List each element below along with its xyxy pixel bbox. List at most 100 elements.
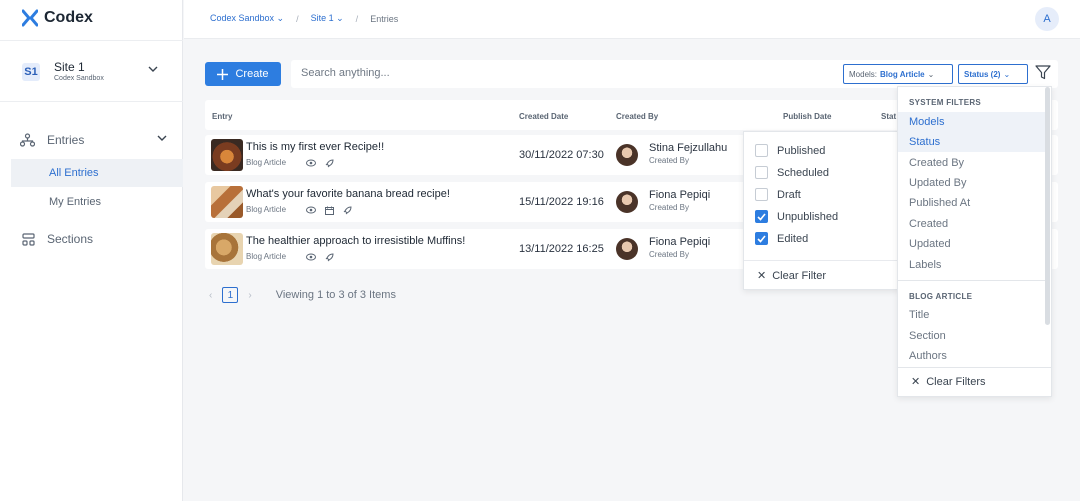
- codex-logo-icon: [22, 9, 38, 27]
- avatar: [616, 191, 638, 213]
- entry-title[interactable]: The healthier approach to irresistible M…: [246, 235, 465, 247]
- clear-filters-button[interactable]: ✕ Clear Filters: [911, 375, 986, 389]
- breadcrumb-site[interactable]: Site 1 ⌄: [311, 13, 344, 24]
- filter-item-created[interactable]: Created: [898, 214, 1046, 234]
- close-icon: ✕: [757, 270, 767, 282]
- entry-created-date: 30/11/2022 07:30: [519, 149, 604, 161]
- scrollbar[interactable]: [1045, 87, 1050, 325]
- entry-created-date: 15/11/2022 19:16: [519, 196, 604, 208]
- site-switcher[interactable]: S1 Site 1 Codex Sandbox: [0, 40, 183, 102]
- sidebar-item-all-entries[interactable]: All Entries: [11, 159, 183, 187]
- calendar-icon[interactable]: [325, 206, 334, 215]
- logo[interactable]: Codex: [22, 9, 93, 27]
- rocket-icon[interactable]: [325, 253, 334, 262]
- status-filter-label: Status (2): [964, 69, 1001, 79]
- models-filter-value: Blog Article: [880, 69, 925, 79]
- divider: [898, 367, 1051, 368]
- site-badge: S1: [22, 63, 40, 81]
- filter-item-authors[interactable]: Authors: [898, 346, 1046, 366]
- rocket-icon[interactable]: [325, 159, 334, 168]
- breadcrumb-org[interactable]: Codex Sandbox ⌄: [210, 13, 284, 24]
- column-header-entry[interactable]: Entry: [212, 112, 232, 121]
- create-button[interactable]: Create: [205, 62, 281, 86]
- entry-actions: [306, 253, 334, 262]
- column-header-status[interactable]: Stat: [881, 112, 896, 121]
- sidebar-item-sections[interactable]: Sections: [22, 232, 93, 246]
- filter-icon[interactable]: [1035, 65, 1051, 80]
- filter-item-published-at[interactable]: Published At: [898, 193, 1046, 213]
- clear-filter-label: Clear Filter: [772, 269, 827, 282]
- entry-title[interactable]: This is my first ever Recipe!!: [246, 141, 384, 153]
- status-filter-chip[interactable]: Status (2) ⌄: [958, 64, 1028, 84]
- sidebar-item-my-entries[interactable]: My Entries: [49, 196, 101, 208]
- models-filter-prefix: Models:: [849, 69, 878, 79]
- filter-item-labels[interactable]: Labels: [898, 255, 1046, 275]
- filter-item-status[interactable]: Status: [898, 132, 1046, 152]
- top-bar: Codex Sandbox ⌄ / Site 1 ⌄ / Entries A: [184, 0, 1080, 39]
- checkbox[interactable]: [755, 166, 768, 179]
- status-option-draft[interactable]: Draft: [755, 188, 801, 201]
- filter-item-title[interactable]: Title: [898, 305, 1046, 325]
- filters-panel: SYSTEM FILTERS Models Status Created By …: [897, 86, 1052, 397]
- clear-filters-label: Clear Filters: [926, 375, 986, 388]
- clear-filter-button[interactable]: ✕ Clear Filter: [757, 269, 827, 283]
- entry-author-role: Created By: [649, 203, 690, 212]
- pagination: ‹ 1 › Viewing 1 to 3 of 3 Items: [209, 287, 396, 303]
- column-header-created-by[interactable]: Created By: [616, 112, 658, 121]
- pagination-summary: Viewing 1 to 3 of 3 Items: [275, 289, 396, 301]
- chevron-down-icon: ⌄: [927, 69, 935, 79]
- chevron-down-icon[interactable]: [157, 134, 167, 142]
- sidebar-item-entries[interactable]: Entries: [20, 131, 170, 149]
- entry-model: Blog Article: [246, 158, 287, 167]
- status-option-scheduled[interactable]: Scheduled: [755, 166, 829, 179]
- filter-item-section[interactable]: Section: [898, 326, 1046, 346]
- sidebar-item-label: Entries: [47, 133, 85, 147]
- models-filter-chip[interactable]: Models: Blog Article ⌄: [843, 64, 953, 84]
- checkbox-checked[interactable]: [755, 210, 768, 223]
- checkbox[interactable]: [755, 188, 768, 201]
- search-input[interactable]: [301, 67, 821, 79]
- entry-author: Fiona Pepiqi: [649, 236, 711, 248]
- create-button-label: Create: [235, 68, 269, 80]
- column-header-publish-date[interactable]: Publish Date: [783, 112, 831, 121]
- checkmark-icon: [757, 234, 766, 243]
- app-name: Codex: [44, 9, 93, 26]
- blog-article-heading: BLOG ARTICLE: [909, 292, 973, 301]
- site-name: Site 1: [54, 60, 85, 74]
- entry-author-role: Created By: [649, 156, 690, 165]
- status-option-unpublished[interactable]: Unpublished: [755, 210, 838, 223]
- status-option-label: Draft: [777, 188, 801, 201]
- entry-thumbnail: [211, 139, 243, 171]
- chevron-down-icon: [148, 66, 158, 72]
- filter-item-updated[interactable]: Updated: [898, 234, 1046, 254]
- avatar: [616, 144, 638, 166]
- close-icon: ✕: [911, 376, 921, 388]
- checkbox[interactable]: [755, 144, 768, 157]
- eye-icon[interactable]: [306, 206, 316, 214]
- prev-page-button[interactable]: ‹: [209, 290, 212, 301]
- entry-actions: [306, 159, 334, 168]
- filter-item-models[interactable]: Models: [898, 112, 1046, 132]
- eye-icon[interactable]: [306, 253, 316, 261]
- filter-item-updated-by[interactable]: Updated By: [898, 173, 1046, 193]
- filter-item-created-by[interactable]: Created By: [898, 153, 1046, 173]
- next-page-button[interactable]: ›: [248, 290, 251, 301]
- entry-model: Blog Article: [246, 252, 287, 261]
- entry-model: Blog Article: [246, 205, 287, 214]
- status-option-published[interactable]: Published: [755, 144, 825, 157]
- breadcrumb-separator: /: [296, 13, 299, 24]
- entry-title[interactable]: What's your favorite banana bread recipe…: [246, 188, 450, 200]
- page-number-button[interactable]: 1: [222, 287, 239, 303]
- divider: [744, 260, 899, 261]
- sidebar-item-label: All Entries: [49, 167, 99, 179]
- divider: [898, 280, 1046, 281]
- breadcrumb-separator: /: [355, 13, 359, 24]
- user-avatar[interactable]: A: [1035, 7, 1059, 31]
- status-option-edited[interactable]: Edited: [755, 232, 808, 245]
- eye-icon[interactable]: [306, 159, 316, 167]
- entry-thumbnail: [211, 186, 243, 218]
- rocket-icon[interactable]: [343, 206, 352, 215]
- column-header-created-date[interactable]: Created Date: [519, 112, 568, 121]
- entry-created-date: 13/11/2022 16:25: [519, 243, 604, 255]
- checkbox-checked[interactable]: [755, 232, 768, 245]
